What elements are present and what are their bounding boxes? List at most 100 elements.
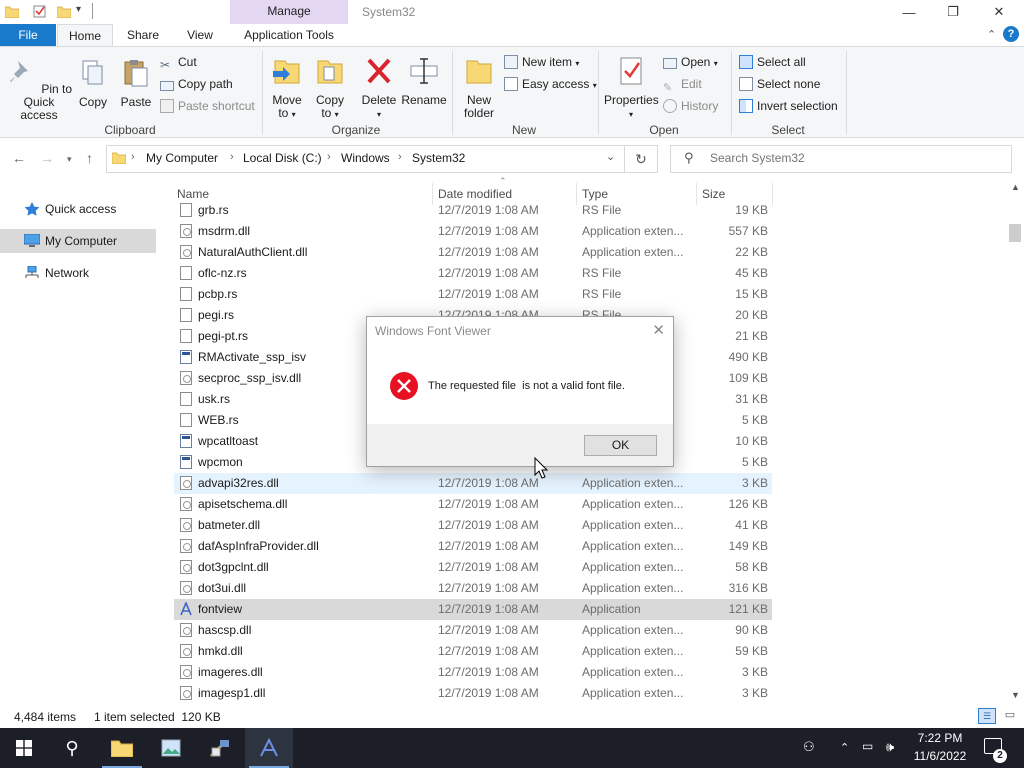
details-view-icon[interactable]: ☰: [978, 708, 996, 724]
search-input[interactable]: [710, 151, 1000, 165]
start-button[interactable]: [0, 728, 48, 768]
file-row[interactable]: hascsp.dll 12/7/2019 1:08 AM Application e…: [174, 620, 772, 641]
pin-to-quick-access-button[interactable]: Pin to Quick access: [4, 57, 74, 122]
file-row[interactable]: advapi32res.dll 12/7/2019 1:08 AM Applicat…: [174, 473, 772, 494]
restore-icon: ❐: [947, 4, 959, 19]
file-row[interactable]: imageres.dll 12/7/2019 1:08 AM Application…: [174, 662, 772, 683]
tab-file[interactable]: File: [0, 24, 56, 46]
column-divider[interactable]: [772, 183, 773, 205]
breadcrumb-my-computer[interactable]: My Computer: [146, 151, 218, 165]
help-icon[interactable]: ?: [1003, 26, 1019, 42]
network-tray-icon[interactable]: ▭: [862, 739, 873, 753]
select-all-label: Select all: [757, 55, 806, 69]
file-row[interactable]: oflc-nz.rs 12/7/2019 1:08 AM RS File 45 KB: [174, 263, 772, 284]
edit-button[interactable]: ✎ Edit: [663, 75, 702, 95]
maximize-button[interactable]: ❐: [930, 0, 976, 24]
easy-access-button[interactable]: Easy access ▾: [504, 75, 597, 95]
scroll-down-icon[interactable]: ▼: [1011, 690, 1020, 700]
tab-share[interactable]: Share: [115, 24, 171, 46]
recent-locations-icon[interactable]: ▾: [67, 154, 72, 165]
copy-button[interactable]: Copy: [75, 57, 111, 109]
large-icons-view-icon[interactable]: ▭: [1001, 708, 1019, 724]
refresh-button[interactable]: ↻: [625, 145, 658, 173]
select-none-button[interactable]: Select none: [739, 75, 820, 95]
open-button[interactable]: Open ▾: [663, 53, 718, 73]
address-dropdown-icon[interactable]: ⌄: [606, 150, 615, 163]
new-folder-button[interactable]: New folder: [458, 55, 500, 120]
rename-button[interactable]: Rename: [401, 55, 447, 107]
copy-icon: [82, 60, 103, 85]
breadcrumb-windows[interactable]: Windows: [341, 151, 390, 165]
copy-to-button[interactable]: Copy to ▾: [311, 55, 349, 121]
column-header-date[interactable]: Date modified: [438, 187, 512, 201]
file-size: 10 KB: [735, 434, 768, 448]
column-header-type[interactable]: Type: [582, 187, 608, 201]
move-to-label-1: Move: [272, 93, 302, 107]
paste-shortcut-button[interactable]: Paste shortcut: [160, 97, 255, 117]
customize-quick-access-icon[interactable]: ▾: [76, 4, 81, 15]
people-icon[interactable]: ⚇: [803, 739, 815, 755]
file-size: 22 KB: [735, 245, 768, 259]
up-button[interactable]: ↑: [86, 150, 93, 166]
dialog-close-icon[interactable]: ✕: [652, 321, 665, 339]
file-row[interactable]: NaturalAuthClient.dll 12/7/2019 1:08 AM Ap…: [174, 242, 772, 263]
clock-date[interactable]: 11/6/2022: [908, 749, 972, 763]
delete-button[interactable]: Delete ▾: [359, 55, 399, 121]
file-row[interactable]: grb.rs 12/7/2019 1:08 AM RS File 19 KB: [174, 200, 772, 221]
column-header-name[interactable]: Name: [177, 187, 209, 201]
file-name: advapi32res.dll: [198, 476, 279, 490]
nav-my-computer[interactable]: My Computer: [0, 229, 156, 253]
new-item-button[interactable]: New item ▾: [504, 53, 579, 73]
close-button[interactable]: ✕: [976, 0, 1022, 24]
file-row[interactable]: dafAspInfraProvider.dll 12/7/2019 1:08 AM…: [174, 536, 772, 557]
show-hidden-icons-icon[interactable]: ⌃: [840, 741, 849, 754]
copy-path-button[interactable]: Copy path: [160, 75, 233, 95]
volume-icon[interactable]: 🕪: [886, 739, 894, 755]
nav-quick-access[interactable]: Quick access: [0, 197, 156, 221]
file-row[interactable]: dot3gpclnt.dll 12/7/2019 1:08 AM Applicati…: [174, 557, 772, 578]
clock-time[interactable]: 7:22 PM: [914, 731, 966, 745]
history-icon: [663, 99, 677, 113]
file-row[interactable]: apisetschema.dll 12/7/2019 1:08 AM Applica…: [174, 494, 772, 515]
ribbon-collapse-icon[interactable]: ⌃: [987, 28, 996, 41]
file-size: 31 KB: [735, 392, 768, 406]
move-to-button[interactable]: Move to ▾: [268, 55, 306, 121]
nav-network[interactable]: Network: [0, 261, 156, 285]
properties-quick-icon[interactable]: [33, 5, 47, 18]
tab-view[interactable]: View: [172, 24, 228, 46]
select-all-button[interactable]: Select all: [739, 53, 806, 73]
tab-home[interactable]: Home: [57, 24, 113, 46]
back-button[interactable]: ←: [12, 150, 26, 166]
column-header-size[interactable]: Size: [702, 187, 725, 201]
properties-button[interactable]: Properties ▾: [604, 55, 659, 121]
paste-button[interactable]: Paste: [117, 57, 155, 109]
cut-button[interactable]: ✂ Cut: [160, 53, 197, 73]
file-row[interactable]: fontview 12/7/2019 1:08 AM Application 121 …: [174, 599, 772, 620]
tab-application-tools[interactable]: Application Tools: [230, 24, 348, 46]
scroll-up-icon[interactable]: ▲: [1011, 182, 1020, 192]
forward-button[interactable]: →: [40, 150, 54, 166]
taskbar-file-explorer[interactable]: [98, 728, 146, 768]
taskbar-app-photo[interactable]: [147, 728, 195, 768]
minimize-button[interactable]: —: [886, 0, 932, 24]
file-row[interactable]: batmeter.dll 12/7/2019 1:08 AM Application…: [174, 515, 772, 536]
scrollbar-thumb[interactable]: [1009, 224, 1021, 242]
file-row[interactable]: dot3ui.dll 12/7/2019 1:08 AM Application e…: [174, 578, 772, 599]
search-icon: ⚲: [65, 737, 79, 758]
taskbar-font-viewer[interactable]: [245, 728, 293, 768]
file-row[interactable]: hmkd.dll 12/7/2019 1:08 AM Application ext…: [174, 641, 772, 662]
nav-my-computer-label: My Computer: [45, 234, 118, 248]
breadcrumb-local-disk[interactable]: Local Disk (C:): [243, 151, 322, 165]
taskbar-app-tools[interactable]: [196, 728, 244, 768]
new-folder-quick-icon[interactable]: [57, 5, 71, 18]
history-button[interactable]: History: [663, 97, 718, 117]
vertical-scrollbar[interactable]: [1006, 180, 1024, 705]
file-row[interactable]: pcbp.rs 12/7/2019 1:08 AM RS File 15 KB: [174, 284, 772, 305]
file-name: apisetschema.dll: [198, 497, 288, 511]
dialog-ok-button[interactable]: OK: [584, 435, 657, 456]
breadcrumb-system32[interactable]: System32: [412, 151, 465, 165]
file-row[interactable]: msdrm.dll 12/7/2019 1:08 AM Application ex…: [174, 221, 772, 242]
file-row[interactable]: imagesp1.dll 12/7/2019 1:08 AM Application…: [174, 683, 772, 704]
taskbar-search-button[interactable]: ⚲: [48, 728, 96, 768]
invert-selection-button[interactable]: Invert selection: [739, 97, 838, 117]
